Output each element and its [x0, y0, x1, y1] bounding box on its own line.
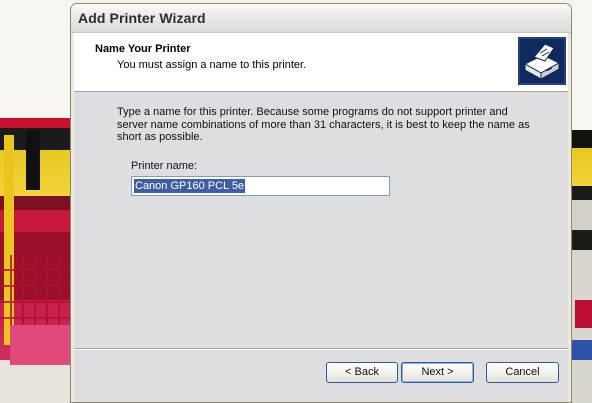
window-title: Add Printer Wizard: [78, 10, 206, 26]
background-block: [571, 340, 592, 360]
cancel-button[interactable]: Cancel: [486, 362, 559, 383]
printer-name-input[interactable]: Canon GP160 PCL 5e: [131, 176, 390, 196]
background-stripe: [26, 130, 40, 190]
printer-name-label: Printer name:: [131, 160, 198, 172]
background-block: [575, 300, 592, 328]
background-pattern: [0, 255, 74, 325]
add-printer-wizard-window: Add Printer Wizard Name Your Printer You…: [70, 3, 572, 403]
next-button[interactable]: Next >: [401, 362, 474, 383]
printer-icon: [518, 37, 566, 85]
desktop-background-left: [0, 0, 74, 403]
page-title: Name Your Printer: [95, 43, 191, 55]
instructions-text: Type a name for this printer. Because so…: [117, 106, 530, 143]
page-subtitle: You must assign a name to this printer.: [117, 59, 307, 71]
title-bar[interactable]: Add Printer Wizard: [71, 4, 571, 33]
back-button[interactable]: < Back: [326, 362, 398, 383]
wizard-header: Name Your Printer You must assign a name…: [74, 33, 568, 92]
wizard-content: Type a name for this printer. Because so…: [74, 92, 568, 348]
background-block: [10, 325, 74, 365]
wizard-footer: < Back Next > Cancel: [74, 350, 568, 402]
printer-name-value: Canon GP160 PCL 5e: [134, 179, 246, 193]
desktop-background-right: [571, 0, 592, 403]
